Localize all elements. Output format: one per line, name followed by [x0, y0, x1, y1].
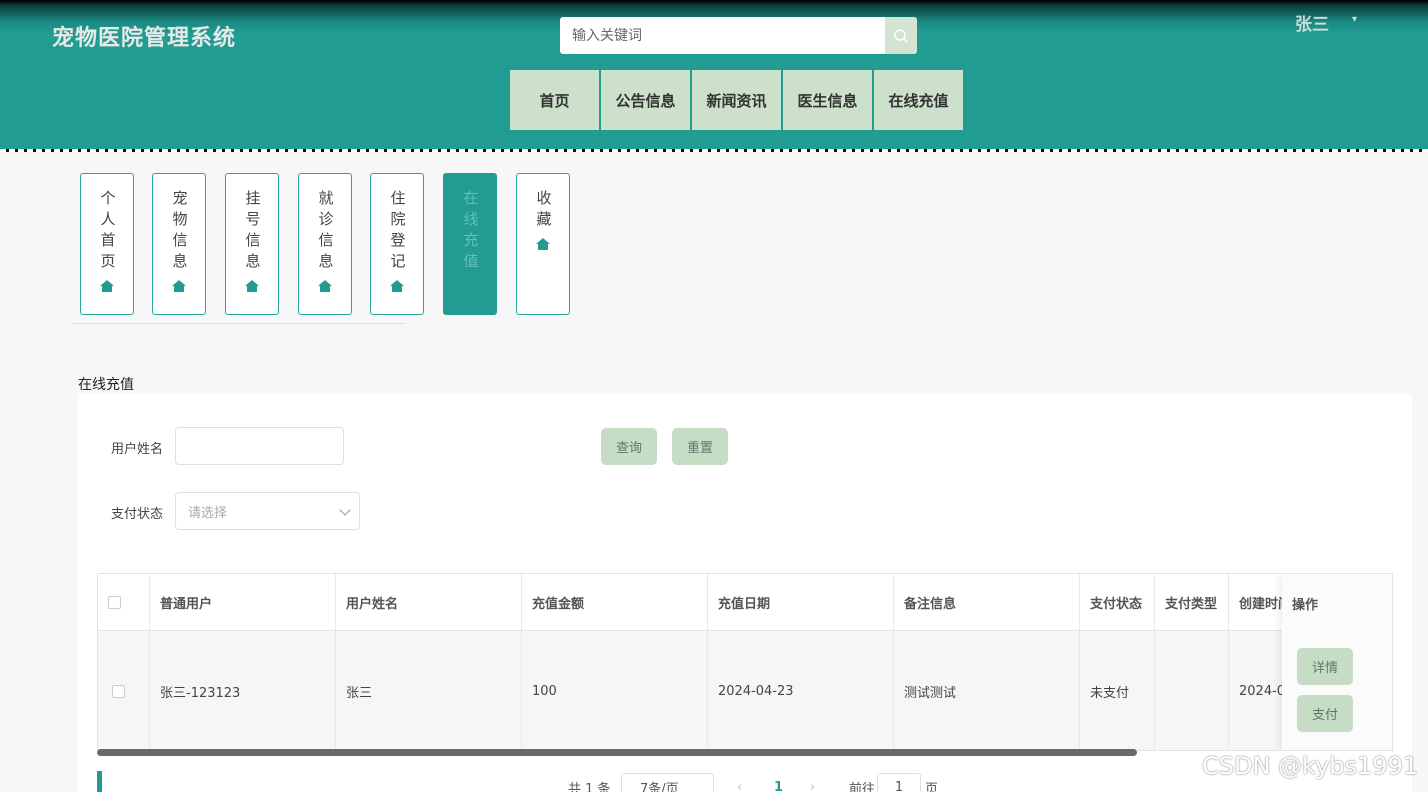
- col-header[interactable]: 充值金额: [522, 574, 708, 630]
- home-icon: [245, 280, 259, 292]
- cell-created: 2024-0: [1229, 631, 1289, 750]
- prev-page-icon[interactable]: ‹: [737, 774, 742, 792]
- col-header[interactable]: 普通用户: [150, 574, 336, 630]
- tab-label: 收藏: [534, 190, 553, 232]
- horizontal-scrollbar[interactable]: [97, 749, 1137, 756]
- tab-label: 挂号信息: [243, 190, 262, 274]
- status-select[interactable]: 请选择: [175, 492, 360, 530]
- col-header-actions: 操作: [1292, 598, 1319, 613]
- top-header: 宠物医院管理系统 张三 ▾ 首页 公告信息 新闻资讯 医生信息 在线充值: [0, 0, 1428, 152]
- section-title: 在线充值: [78, 377, 134, 393]
- recharge-table: 普通用户 用户姓名 充值金额 充值日期 备注信息 支付状态 支付类型 创建时间 …: [97, 573, 1393, 751]
- status-label: 支付状态: [111, 507, 164, 522]
- home-icon: [100, 280, 114, 292]
- site-title: 宠物医院管理系统: [52, 26, 237, 51]
- tab-label: 在线充值: [461, 190, 480, 274]
- cell-user: 张三-123123: [150, 631, 336, 750]
- chevron-down-icon: [339, 504, 351, 516]
- table-header: 普通用户 用户姓名 充值金额 充值日期 备注信息 支付状态 支付类型 创建时间: [98, 574, 1392, 631]
- col-header[interactable]: 充值日期: [708, 574, 894, 630]
- tab-visit-info[interactable]: 就诊信息: [298, 173, 352, 315]
- nav-home[interactable]: 首页: [510, 70, 599, 130]
- tab-pet-info[interactable]: 宠物信息: [152, 173, 206, 315]
- row-checkbox[interactable]: [112, 684, 125, 698]
- row-select-cell: [98, 631, 150, 750]
- search-input[interactable]: [560, 17, 884, 54]
- pay-button[interactable]: 支付: [1297, 695, 1353, 732]
- cell-amount: 100: [522, 631, 708, 750]
- operation-column: 操作 详情 支付: [1282, 574, 1392, 750]
- next-page-icon[interactable]: ›: [810, 774, 815, 792]
- search-box: [560, 17, 917, 54]
- nav-doctor[interactable]: 医生信息: [783, 70, 872, 130]
- main-nav: 首页 公告信息 新闻资讯 医生信息 在线充值: [510, 70, 963, 130]
- cell-pay-type: [1155, 631, 1229, 750]
- nav-recharge[interactable]: 在线充值: [874, 70, 963, 130]
- home-icon: [536, 238, 550, 250]
- tab-label: 住院登记: [388, 190, 407, 274]
- home-icon: [318, 280, 332, 292]
- search-button[interactable]: [885, 17, 917, 54]
- detail-button[interactable]: 详情: [1297, 648, 1353, 685]
- tab-online-recharge[interactable]: 在线充值: [443, 173, 497, 315]
- username-label: 用户姓名: [111, 442, 164, 457]
- divider: [72, 323, 406, 324]
- nav-notice[interactable]: 公告信息: [601, 70, 690, 130]
- cell-remark: 测试测试: [894, 631, 1080, 750]
- page-unit: 页: [925, 781, 939, 792]
- cell-status: 未支付: [1080, 631, 1155, 750]
- current-page[interactable]: 1: [774, 774, 783, 792]
- user-menu[interactable]: 张三: [1295, 10, 1329, 35]
- page-size-value: 7条/页: [640, 781, 679, 792]
- col-header[interactable]: 用户姓名: [336, 574, 522, 630]
- tab-favorites[interactable]: 收藏: [516, 173, 570, 315]
- tab-label: 个人首页: [98, 190, 117, 274]
- reset-button[interactable]: 重置: [672, 428, 728, 465]
- pager-total: 共 1 条: [568, 781, 611, 792]
- status-placeholder: 请选择: [188, 505, 228, 521]
- col-header[interactable]: 支付状态: [1080, 574, 1155, 630]
- tab-label: 宠物信息: [170, 190, 189, 274]
- search-icon: [894, 28, 908, 43]
- caret-down-icon[interactable]: ▾: [1352, 14, 1357, 25]
- goto-page-input[interactable]: 1: [877, 773, 921, 792]
- col-header[interactable]: 创建时间: [1229, 574, 1289, 630]
- col-header[interactable]: 备注信息: [894, 574, 1080, 630]
- home-icon: [390, 280, 404, 292]
- tab-personal-home[interactable]: 个人首页: [80, 173, 134, 315]
- select-all-checkbox[interactable]: [108, 595, 121, 609]
- page-size-select[interactable]: 7条/页: [621, 773, 714, 792]
- nav-news[interactable]: 新闻资讯: [692, 70, 781, 130]
- accent-bar: [97, 771, 102, 792]
- cell-date: 2024-04-23: [708, 631, 894, 750]
- query-button[interactable]: 查询: [601, 428, 657, 465]
- watermark: CSDN @kybs1991: [1202, 752, 1419, 780]
- goto-label: 前往: [849, 781, 876, 792]
- cell-name: 张三: [336, 631, 522, 750]
- home-icon: [172, 280, 186, 292]
- col-header[interactable]: 支付类型: [1155, 574, 1229, 630]
- select-all-cell: [98, 574, 150, 630]
- username-input[interactable]: [175, 427, 344, 465]
- tab-label: 就诊信息: [316, 190, 335, 274]
- tab-registration-info[interactable]: 挂号信息: [225, 173, 279, 315]
- table-row: 张三-123123 张三 100 2024-04-23 测试测试 未支付 202…: [98, 631, 1392, 750]
- tab-hospitalization[interactable]: 住院登记: [370, 173, 424, 315]
